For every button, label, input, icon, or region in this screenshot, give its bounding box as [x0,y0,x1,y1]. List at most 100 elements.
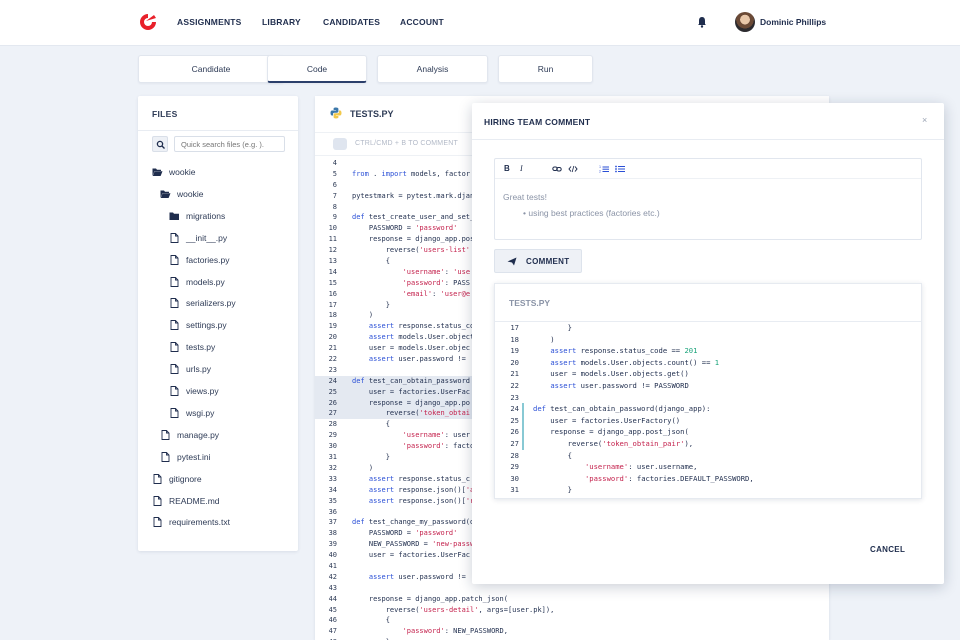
close-icon[interactable]: × [922,115,927,125]
line-text: reverse('users-list' [352,246,471,255]
nav-assignments[interactable]: ASSIGNMENTS [177,17,242,27]
comment-button[interactable]: COMMENT [494,249,582,273]
file-tree-label: wsgi.py [186,407,215,418]
folder-open-icon [160,190,171,198]
line-number: 13 [328,257,337,266]
comment-bullet-text: using best practices (factories etc.) [528,208,660,218]
line-number: 24 [510,404,519,414]
line-text: } [352,453,390,462]
line-number: 46 [328,616,337,625]
search-icon [156,140,165,149]
bullet-list-icon[interactable] [615,165,625,173]
file-tree-label: README.md [169,495,220,506]
line-number: 18 [328,311,337,320]
file-tree-label: gitignore [169,473,202,484]
line-text: } [352,300,390,309]
file-icon [170,232,179,243]
send-icon [507,257,517,266]
bell-icon[interactable] [697,16,707,28]
cancel-button[interactable]: CANCEL [870,545,905,554]
code-line: 30 'password': factories.DEFAULT_PASSWOR… [495,473,921,485]
line-text: user = factories.UserFac [352,387,471,396]
line-number: 28 [510,450,519,460]
divider [472,139,944,140]
line-text: response = django_app.post_json( [533,427,689,437]
line-text: assert models.User.object [368,333,475,342]
line-number: 17 [328,300,337,309]
tab-code[interactable]: Code [267,55,367,83]
file-tree-label: wookie [177,188,204,199]
code-line: 21 user = models.User.objects.get() [495,368,921,380]
line-text: { [533,450,572,460]
line-number: 20 [510,357,519,367]
nav-candidates[interactable]: CANDIDATES [323,17,380,27]
nav-library[interactable]: LIBRARY [262,17,301,27]
tab-candidate[interactable]: Candidate [138,55,284,83]
line-text: reverse('token_obtain_pair'), [533,438,694,448]
line-number: 31 [510,485,519,495]
file-icon [153,495,162,506]
line-text: assert response.json()['re [368,496,479,505]
file-icon [170,342,179,353]
file-tree-label: migrations [186,210,226,221]
file-search-input[interactable] [174,136,285,152]
comment-editor[interactable]: B I 1 2 Great tests! • using best practi… [494,158,922,240]
line-text: { [352,420,390,429]
line-number: 29 [328,431,337,440]
line-number: 34 [328,485,337,494]
comment-text: Great tests! [503,192,547,202]
file-tree-label: views.py [186,386,219,396]
bold-button[interactable]: B [504,164,510,173]
code-icon[interactable] [568,165,578,173]
python-icon [330,107,342,119]
brand-logo-icon[interactable] [138,12,158,32]
search-button[interactable] [152,136,168,152]
line-number: 25 [510,415,519,425]
line-text: assert response.json()['ac [368,485,479,494]
line-text: user = models.User.objec [352,344,471,353]
line-number: 35 [328,496,337,505]
line-text: { [352,257,390,266]
nav-account[interactable]: ACCOUNT [400,17,444,27]
code-line: 25 user = factories.UserFactory() [495,414,921,427]
file-tree-label: tests.py [186,342,216,353]
line-number: 25 [328,387,337,396]
file-icon [170,386,179,396]
editor-toolbar: B I 1 2 [495,159,921,179]
line-text: assert response.status_code == 201 [550,346,698,356]
avatar[interactable] [735,12,755,32]
line-number: 45 [328,605,337,614]
user-name[interactable]: Dominic Phillips [760,17,826,27]
code-line: 19 assert response.status_code == 201 [495,345,921,357]
italic-button[interactable]: I [520,164,523,173]
line-number: 30 [328,442,337,451]
tab-run[interactable]: Run [498,55,593,83]
divider [138,130,298,131]
line-text: } [533,323,572,332]
file-icon [161,429,170,440]
comment-button-label: COMMENT [526,257,570,266]
line-text: 'username': user [402,431,471,440]
line-text: 'password': facto [402,442,475,451]
line-text: 'username': user.username, [584,462,698,472]
line-number: 17 [510,323,519,332]
line-number: 21 [328,344,337,353]
line-number: 16 [328,289,337,298]
line-number: 27 [328,409,337,418]
file-tree-label: factories.py [186,254,230,265]
code-line: 28 { [495,450,921,462]
comment-icon[interactable] [333,138,347,150]
ordered-list-icon[interactable]: 1 2 [599,165,609,173]
svg-text:2: 2 [599,170,601,174]
line-text: PASSWORD = 'password' [352,529,458,538]
folder-icon [169,212,179,220]
line-text: user = factories.UserFactory() [533,415,681,425]
editor-filename: TESTS.PY [350,109,394,119]
link-icon[interactable] [552,165,562,173]
comment-shortcut-hint: CTRL/CMD + B TO COMMENT [355,140,458,147]
line-number: 39 [328,540,337,549]
file-icon [170,298,179,309]
line-number: 12 [328,246,337,255]
line-text: ) [352,463,374,472]
tab-analysis[interactable]: Analysis [377,55,488,83]
